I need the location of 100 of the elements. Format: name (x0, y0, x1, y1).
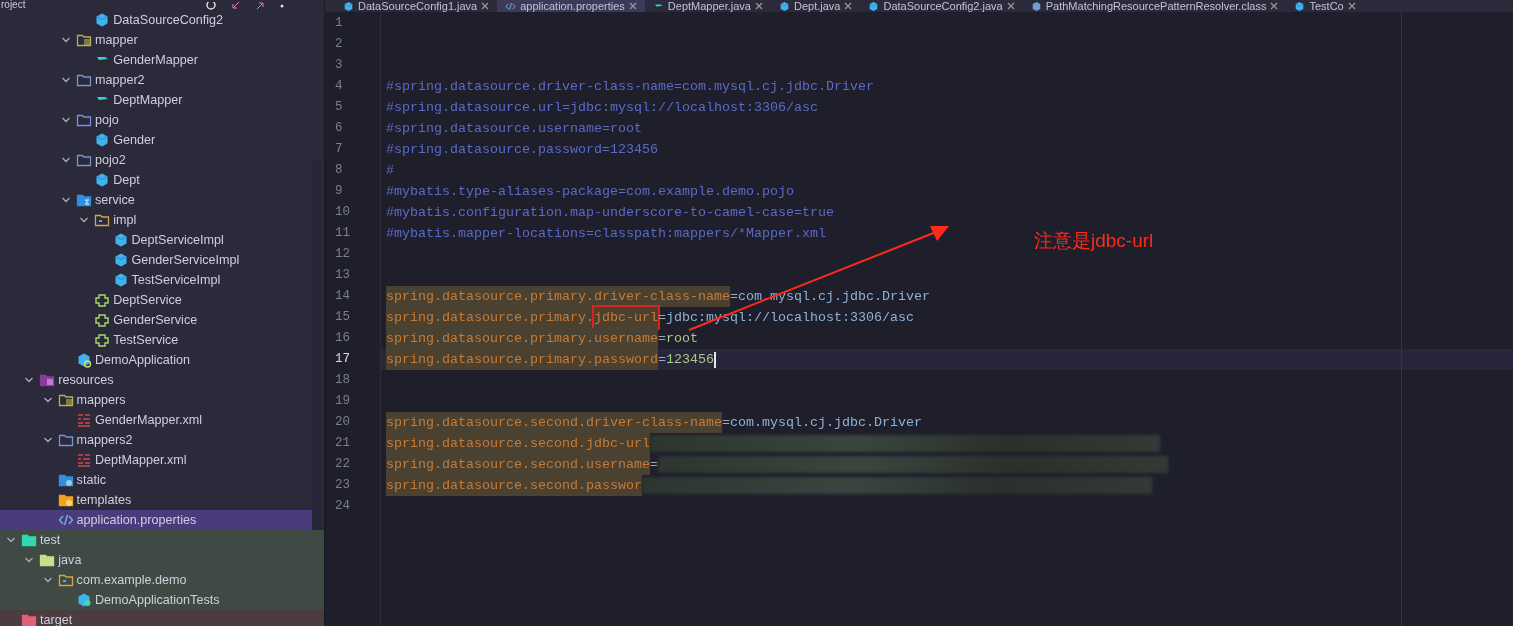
tree-item[interactable]: DemoApplicationTests (0, 590, 324, 610)
editor-tab[interactable]: DeptMapper.java (644, 0, 771, 12)
more-icon[interactable] (280, 2, 284, 10)
tree-item[interactable]: DeptServiceImpl (0, 230, 324, 250)
close-icon[interactable] (628, 2, 637, 10)
cross-icon (94, 312, 111, 328)
line-number: 7 (334, 141, 344, 158)
tree-item[interactable]: pojo2 (0, 150, 324, 170)
line-number: 1 (334, 15, 344, 32)
tree-item[interactable]: java (0, 550, 324, 570)
close-icon[interactable] (1006, 2, 1015, 10)
close-icon[interactable] (481, 2, 490, 10)
property-key: spring.datasource.second.jdbc-url (386, 433, 650, 454)
collapse-icon[interactable] (232, 2, 240, 10)
property-key: spring.datasource.second.passwor (386, 475, 642, 496)
line-number: 21 (334, 435, 351, 452)
tree-item[interactable]: DeptMapper (0, 90, 324, 110)
target-icon[interactable] (206, 2, 216, 10)
close-icon[interactable] (844, 2, 853, 10)
tree-item[interactable]: GenderService (0, 310, 324, 330)
line-number: 10 (334, 204, 351, 221)
tree-item[interactable]: impl (0, 210, 324, 230)
code-comment: #mybatis.configuration.map-underscore-to-camel-case=true (386, 204, 834, 222)
tree-item[interactable]: GenderServiceImpl (0, 250, 324, 270)
property-value: 123456 (665, 351, 714, 369)
tree-item[interactable]: mapper2 (0, 70, 324, 90)
panel-title: roject (1, 0, 26, 10)
tree-item[interactable]: Dept (0, 170, 324, 190)
editor-tab[interactable]: DataSourceConfig2.java (860, 0, 1023, 12)
text-cursor (713, 351, 716, 368)
tree-item[interactable]: target (0, 610, 324, 626)
cube-icon (112, 272, 129, 288)
lines-icon (75, 412, 92, 428)
tree-item[interactable]: com.example.demo (0, 570, 324, 590)
property-value: root (665, 330, 698, 348)
line-number: 17 (334, 351, 351, 368)
line-number: 24 (334, 498, 351, 515)
tree-item[interactable]: mappers (0, 390, 324, 410)
folder-icon (57, 572, 74, 588)
equals-sign: = (657, 351, 666, 369)
cube-icon (779, 0, 790, 12)
scrollbar[interactable] (312, 160, 321, 530)
code-comment: #spring.datasource.driver-class-name=com.mysql.cj.jdbc.Driver (386, 78, 874, 96)
line-number: 14 (334, 288, 351, 305)
tree-item[interactable]: DeptService (0, 290, 324, 310)
line-number: 20 (334, 414, 351, 431)
editor-tab[interactable]: PathMatchingResourcePatternResolver.class (1022, 0, 1287, 12)
code-comment: #mybatis.mapper-locations=classpath:mappers/*Mapper.xml (386, 225, 826, 243)
line-number: 12 (334, 246, 351, 263)
code-icon (505, 0, 517, 12)
property-key: spring.datasource.second.driver-class-name (386, 412, 722, 433)
tree-item[interactable]: pojo (0, 110, 324, 130)
editor-tab[interactable]: Dept.java (771, 0, 861, 12)
cube-icon (343, 0, 354, 12)
folder-icon (94, 212, 111, 228)
editor-tab[interactable]: DataSourceConfig1.java (335, 0, 498, 12)
tree-item[interactable]: GenderMapper (0, 50, 324, 70)
close-icon[interactable] (1270, 2, 1279, 10)
equals-sign: = (721, 414, 730, 432)
tree-item[interactable]: resources (0, 370, 324, 390)
line-number: 8 (334, 162, 344, 179)
property-key: spring.datasource.primary.driver-class-name (386, 286, 730, 307)
line-number: 18 (334, 372, 351, 389)
line-number: 5 (334, 99, 344, 116)
folder-icon (21, 612, 37, 626)
line-number: 16 (334, 330, 351, 347)
tree-item[interactable]: mapper (0, 30, 324, 50)
code-comment: #spring.datasource.url=jdbc:mysql://localhost:3306/asc (386, 99, 818, 117)
expand-icon[interactable] (256, 2, 264, 10)
tree-item[interactable]: TestService (0, 330, 324, 350)
tree-item[interactable]: static (0, 470, 324, 490)
tree-item[interactable]: GenderMapper.xml (0, 410, 324, 430)
editor-tab[interactable]: application.properties (497, 0, 645, 12)
cube-icon (1030, 0, 1042, 12)
property-key: spring.datasource.primary.password (386, 349, 658, 370)
cube-icon (75, 592, 92, 608)
tree-item[interactable]: test (0, 530, 324, 550)
highlighted-key: jdbc-url (593, 307, 658, 328)
tree-item[interactable]: templates (0, 490, 324, 510)
line-number: 9 (334, 183, 344, 200)
tree-item[interactable]: Gender (0, 130, 324, 150)
folder-icon (39, 552, 56, 568)
line-number: 3 (334, 57, 344, 74)
tree-item[interactable]: DeptMapper.xml (0, 450, 324, 470)
annotation-text: 注意是jdbc-url (1034, 229, 1154, 253)
tree-item[interactable]: TestServiceImpl (0, 270, 324, 290)
line-number: 13 (334, 267, 351, 284)
line-number: 15 (334, 309, 351, 326)
folder-icon (39, 372, 56, 388)
cube-icon (94, 12, 111, 28)
folder-icon (57, 392, 74, 408)
tree-item[interactable]: DemoApplication (0, 350, 324, 370)
close-icon[interactable] (1347, 2, 1356, 10)
tree-item[interactable]: DataSourceConfig2 (0, 10, 324, 30)
tree-item[interactable]: service (0, 190, 324, 210)
tree-item[interactable]: mappers2 (0, 430, 324, 450)
code-comment: # (386, 162, 394, 180)
close-icon[interactable] (755, 2, 763, 10)
tree-item[interactable]: application.properties (0, 510, 314, 530)
editor-tab[interactable]: TestCo (1286, 0, 1364, 12)
